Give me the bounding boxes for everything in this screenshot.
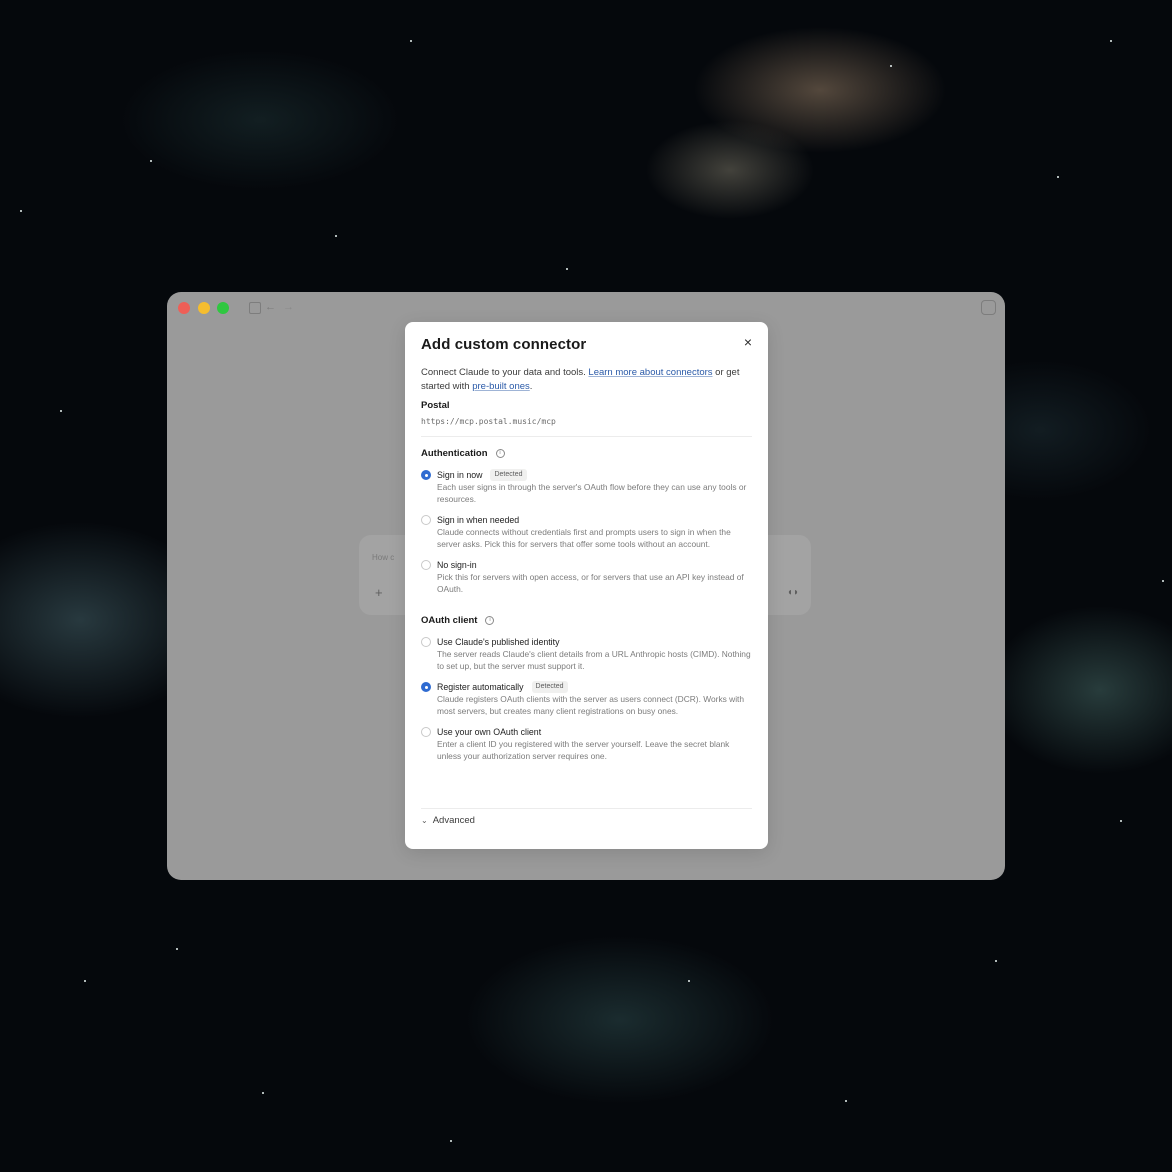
sidebar-toggle-icon[interactable]	[249, 302, 261, 314]
learn-more-link[interactable]: Learn more about connectors	[588, 367, 712, 378]
auth-option-sign-in-now[interactable]: Sign in now Detected Each user signs in t…	[421, 469, 752, 505]
detected-badge: Detected	[490, 469, 527, 481]
star	[890, 65, 892, 67]
zoom-window-button[interactable]	[217, 302, 229, 314]
dialog-title: Add custom connector	[421, 336, 587, 353]
radio-unselected[interactable]	[421, 727, 431, 737]
star	[176, 948, 178, 950]
back-arrow-icon[interactable]: ←	[265, 301, 276, 313]
oauth-option-own-client[interactable]: Use your own OAuth client Enter a client…	[421, 726, 752, 762]
star	[84, 980, 86, 982]
advanced-toggle[interactable]: ⌄ Advanced	[421, 808, 752, 826]
minimize-window-button[interactable]	[198, 302, 210, 314]
star	[335, 235, 337, 237]
add-connector-dialog: Add custom connector × Connect Claude to…	[405, 322, 768, 849]
option-title: Sign in when needed	[437, 515, 520, 525]
star	[1120, 820, 1122, 822]
connector-url[interactable]: https://mcp.postal.music/mcp	[421, 417, 752, 437]
option-title: No sign-in	[437, 560, 477, 570]
auth-option-no-sign-in[interactable]: No sign-in Pick this for servers with op…	[421, 559, 752, 595]
info-icon[interactable]: i	[485, 616, 495, 625]
star	[995, 960, 997, 962]
option-title: Use your own OAuth client	[437, 727, 542, 737]
advanced-label: Advanced	[432, 815, 475, 826]
option-title: Register automatically	[437, 682, 524, 692]
intro-text: Connect Claude to your data and tools.	[421, 367, 589, 378]
radio-unselected[interactable]	[421, 637, 431, 647]
star	[1162, 580, 1164, 582]
option-description: Each user signs in through the server's …	[437, 482, 747, 504]
star	[150, 160, 152, 162]
star	[60, 410, 62, 412]
intro-end: .	[529, 381, 533, 392]
star	[450, 1140, 452, 1142]
option-description: Claude connects without credentials firs…	[437, 527, 731, 549]
radio-selected[interactable]	[421, 682, 431, 692]
star	[688, 980, 690, 982]
voice-icon[interactable]: ◖◗	[787, 587, 799, 598]
radio-selected[interactable]	[421, 470, 431, 480]
radio-unselected[interactable]	[421, 560, 431, 570]
plus-icon[interactable]: +	[375, 585, 383, 600]
star	[845, 1100, 847, 1102]
star	[262, 1092, 264, 1094]
star	[20, 210, 22, 212]
incognito-icon[interactable]	[981, 300, 996, 315]
authentication-label: Authentication	[421, 448, 488, 459]
star	[1057, 176, 1059, 178]
info-icon[interactable]: i	[495, 449, 505, 458]
detected-badge: Detected	[531, 681, 568, 693]
star	[566, 268, 568, 270]
chevron-down-icon: ⌄	[421, 816, 428, 825]
composer-placeholder: How c	[372, 553, 395, 562]
forward-arrow-icon[interactable]: →	[283, 301, 294, 313]
dialog-intro: Connect Claude to your data and tools. L…	[421, 366, 752, 394]
option-description: Enter a client ID you registered with th…	[437, 739, 730, 761]
star	[410, 40, 412, 42]
radio-unselected[interactable]	[421, 515, 431, 525]
auth-option-sign-in-when-needed[interactable]: Sign in when needed Claude connects with…	[421, 514, 752, 550]
option-description: The server reads Claude's client details…	[437, 649, 751, 671]
oauth-option-register-automatically[interactable]: Register automatically Detected Claude re…	[421, 681, 752, 717]
oauth-client-label: OAuth client	[421, 615, 478, 626]
option-title: Use Claude's published identity	[437, 637, 560, 647]
oauth-client-heading: OAuth client i	[421, 615, 752, 626]
authentication-heading: Authentication i	[421, 448, 752, 459]
oauth-option-published-identity[interactable]: Use Claude's published identity The serv…	[421, 636, 752, 672]
close-window-button[interactable]	[178, 302, 190, 314]
star	[1110, 40, 1112, 42]
option-description: Pick this for servers with open access, …	[437, 572, 744, 594]
option-description: Claude registers OAuth clients with the …	[437, 694, 745, 716]
connector-name: Postal	[421, 400, 450, 411]
option-title: Sign in now	[437, 470, 483, 480]
prebuilt-connectors-link[interactable]: pre-built ones	[472, 381, 530, 392]
close-icon[interactable]: ×	[744, 335, 752, 349]
